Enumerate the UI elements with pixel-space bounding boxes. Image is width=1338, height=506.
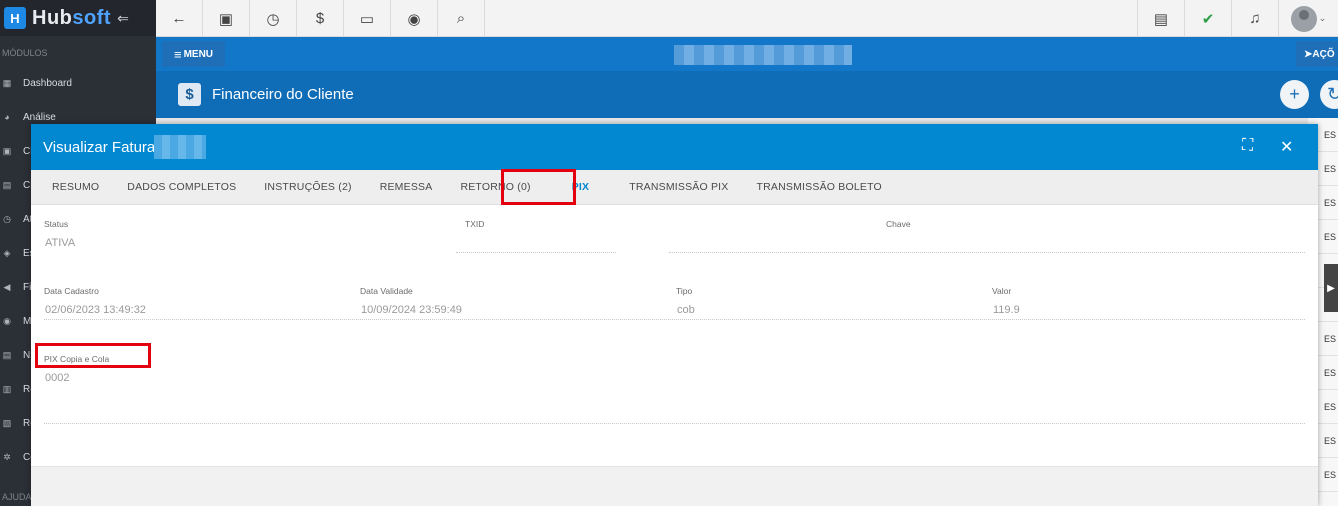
hamburger-icon: ≡: [173, 46, 182, 62]
close-icon[interactable]: ✕: [1280, 137, 1293, 157]
page-title: Financeiro do Cliente: [212, 86, 354, 103]
sidebar-item-icon: ▤: [2, 179, 12, 190]
field-label: TXID: [465, 219, 485, 229]
field-value: 119.9: [993, 304, 1020, 316]
fullscreen-icon[interactable]: ⛶: [1242, 137, 1253, 155]
sidebar-item-label: Análise: [23, 111, 56, 123]
brand-name-part: soft: [72, 6, 112, 29]
field-label: Data Cadastro: [44, 286, 99, 296]
tab-transmiss-o-pix[interactable]: TRANSMISSÃO PIX: [615, 170, 742, 205]
avatar: [1290, 5, 1317, 32]
contact-card-icon[interactable]: ▣: [203, 0, 250, 37]
highlight-box-pix-field: [35, 343, 151, 368]
sidebar-item-icon: ▧: [2, 417, 12, 428]
field-label: Data Validade: [360, 286, 413, 296]
data-cadastro-field: Data Cadastro 02/06/2023 13:49:32: [44, 286, 146, 316]
sidebar-item-icon: ▤: [2, 349, 12, 360]
send-icon: ➤: [1304, 48, 1313, 60]
tab-dados-completos[interactable]: DADOS COMPLETOS: [113, 170, 250, 205]
tipo-field: Tipo cob: [676, 286, 695, 316]
client-header-bar: ≡ MENU ➤ AÇÕ: [156, 37, 1338, 71]
sidebar-help-label: AJUDA: [2, 492, 32, 502]
menu-button[interactable]: ≡ MENU: [162, 41, 225, 67]
modal-header: Visualizar Fatura ⛶ ✕: [31, 124, 1318, 170]
check-message-icon[interactable]: ✔: [1184, 0, 1231, 37]
field-value: cob: [677, 304, 695, 316]
acoes-button[interactable]: ➤ AÇÕ: [1296, 41, 1338, 67]
sidebar-section-label: MÓDULOS: [2, 48, 48, 58]
brand-name: Hubsoft: [32, 7, 111, 30]
tab-instru-es-2[interactable]: INSTRUÇÕES (2): [250, 170, 365, 205]
modal-tabs: RESUMO DADOS COMPLETOS INSTRUÇÕES (2) REMES…: [31, 170, 1318, 205]
menu-button-label: MENU: [183, 48, 214, 60]
collapse-sidebar-icon[interactable]: ⇐: [117, 10, 129, 27]
hubsoft-logo-icon[interactable]: H: [4, 7, 26, 29]
data-validade-field: Data Validade 10/09/2024 23:59:49: [360, 286, 462, 316]
sidebar-item-icon: ◀: [3, 281, 11, 292]
calendar-clock-icon[interactable]: ◷: [250, 0, 297, 37]
add-button[interactable]: +: [1280, 80, 1309, 109]
bell-icon[interactable]: ♫: [1231, 0, 1278, 37]
field-label: Valor: [992, 286, 1012, 296]
field-value: 10/09/2024 23:59:49: [361, 304, 462, 316]
field-value: ATIVA: [45, 237, 76, 249]
refresh-button[interactable]: ↻: [1320, 80, 1338, 109]
acoes-button-label: AÇÕ: [1312, 48, 1335, 60]
brand-name-part: Hub: [32, 6, 73, 29]
chave-field: Chave: [886, 219, 911, 237]
user-menu[interactable]: ⌄: [1278, 0, 1338, 37]
dollar-icon[interactable]: $: [297, 0, 344, 37]
tab-remessa[interactable]: REMESSA: [366, 170, 447, 205]
section-header: $ Financeiro do Cliente + ↻: [156, 71, 1338, 118]
field-label: Chave: [886, 219, 911, 229]
blurred-client-name: [674, 45, 852, 65]
tab-transmiss-o-boleto[interactable]: TRANSMISSÃO BOLETO: [743, 170, 896, 205]
modal-footer: [31, 466, 1318, 506]
eye-icon[interactable]: ◉: [391, 0, 438, 37]
terminal-icon[interactable]: ▭: [344, 0, 391, 37]
field-label: Tipo: [676, 286, 693, 296]
expand-right-icon[interactable]: ▶: [1324, 264, 1338, 312]
pdf-file-icon[interactable]: ▤: [1137, 0, 1184, 37]
back-arrow-icon[interactable]: ←: [156, 0, 203, 37]
top-toolbar: ← ▣ ◷ $ ▭ ◉ ⌕ ▤ ✔ ♫ ⌄: [156, 0, 1338, 37]
sidebar-item[interactable]: ▦ Dashboard: [0, 66, 156, 100]
tab-resumo[interactable]: RESUMO: [38, 170, 113, 205]
sidebar-item-icon: ◷: [3, 213, 11, 224]
search-icon[interactable]: ⌕: [438, 0, 485, 37]
brand: H Hubsoft ⇐: [0, 0, 156, 36]
status-field: Status ATIVA: [44, 219, 444, 249]
modal-title: Visualizar Fatura: [43, 139, 156, 156]
txid-field: TXID: [465, 219, 484, 237]
field-value: 02/06/2023 13:49:32: [45, 304, 146, 316]
pix-form: Status ATIVA TXID Chave Data Cadastro 02…: [31, 205, 1318, 466]
chevron-down-icon: ⌄: [1318, 13, 1327, 23]
sidebar-item-icon: ◕: [4, 112, 10, 122]
sidebar-item-icon: ◈: [3, 247, 11, 258]
sidebar-item-icon: ✲: [3, 451, 11, 462]
sidebar-item-icon: ▣: [2, 145, 12, 156]
blurred-invoice-number: [154, 135, 206, 159]
dollar-icon: $: [178, 83, 201, 106]
highlight-box-pix-tab: [501, 169, 576, 205]
visualizar-fatura-modal: Visualizar Fatura ⛶ ✕ RESUMO DADOS COMPLE…: [31, 124, 1318, 506]
field-value: 0002: [45, 372, 70, 384]
sidebar-item-icon: ◉: [3, 315, 11, 326]
sidebar-item-icon: ▦: [2, 77, 12, 88]
sidebar-item-label: Dashboard: [23, 77, 72, 89]
sidebar-item-label: N: [23, 349, 31, 361]
valor-field: Valor 119.9: [992, 286, 1020, 316]
sidebar-item-icon: ▥: [2, 383, 12, 394]
field-label: Status: [44, 219, 69, 229]
